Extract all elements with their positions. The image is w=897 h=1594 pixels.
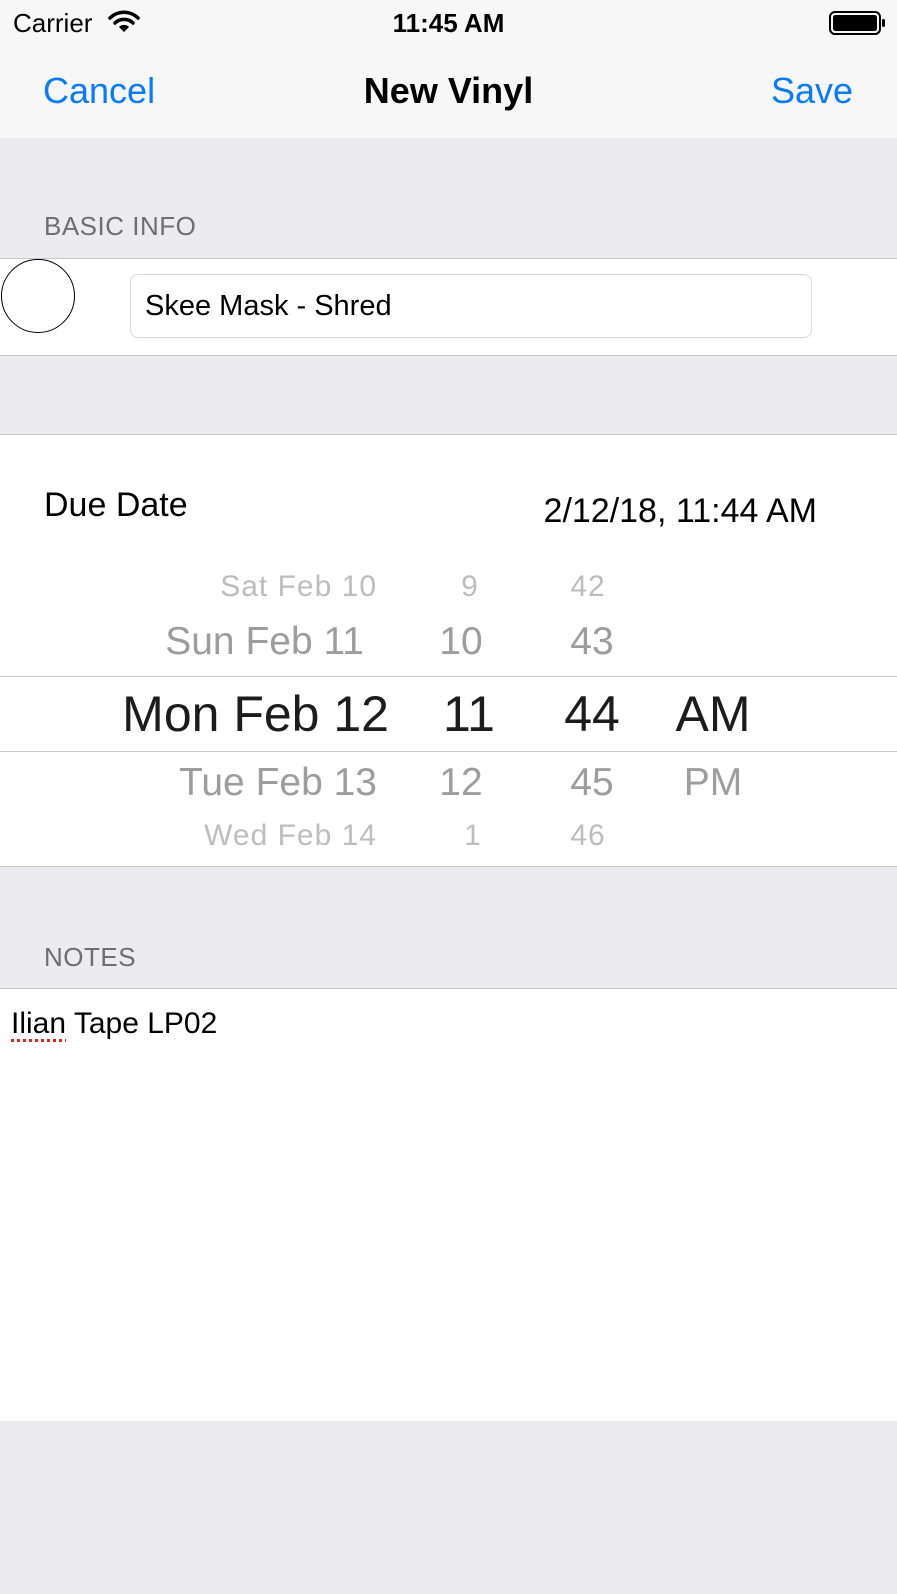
picker-hour-text: 9 <box>461 570 479 603</box>
picker-day-row[interactable]: Sat Feb 10 <box>220 570 377 604</box>
picker-hour-text: 10 <box>439 620 483 663</box>
notes-text[interactable]: Ilian Tape LP02 <box>11 1004 217 1044</box>
section-header-notes: NOTES <box>44 942 137 972</box>
picker-selection-bottom-line <box>0 751 897 752</box>
divider <box>0 355 897 356</box>
page-title: New Vinyl <box>363 70 534 111</box>
picker-minute-text: 46 <box>570 819 606 852</box>
picker-edge-row: ▬▬▬▬▬ <box>200 556 310 564</box>
avatar-image-button[interactable] <box>1 259 75 333</box>
divider <box>0 866 897 867</box>
status-time: 11:45 AM <box>392 8 505 38</box>
picker-day-row[interactable]: Tue Feb 13 <box>179 760 377 806</box>
picker-hour-text: 12 <box>439 761 483 804</box>
picker-day-row[interactable]: Wed Feb 14 <box>204 819 377 852</box>
picker-selection-top-line <box>0 676 897 677</box>
picker-minute-text: 42 <box>570 570 606 603</box>
picker-hour-text: 1 <box>464 819 482 852</box>
date-picker[interactable]: ▬▬▬▬▬ Sat Feb 10 Sun Feb 11 Mon Feb 12 T… <box>0 556 897 852</box>
picker-minute-text: 44 <box>564 686 620 742</box>
picker-hour-text: 11 <box>443 686 495 742</box>
picker-minute-text: 45 <box>570 761 614 804</box>
section-header-basic-info: BASIC INFO <box>44 211 197 241</box>
picker-day-row[interactable]: Sun Feb 11 <box>165 619 364 665</box>
picker-minute-text: 43 <box>570 620 614 663</box>
notes-textview[interactable] <box>0 989 897 1421</box>
notes-text-rest: Tape LP02 <box>66 1007 218 1040</box>
picker-day-selected[interactable]: Mon Feb 12 <box>122 684 389 744</box>
due-date-label: Due Date <box>44 486 188 524</box>
title-input[interactable] <box>130 274 812 338</box>
save-button[interactable]: Save <box>771 68 853 114</box>
battery-icon <box>829 10 887 36</box>
due-date-value[interactable]: 2/12/18, 11:44 AM <box>544 491 817 531</box>
picker-ampm-text: AM <box>675 686 751 742</box>
picker-ampm-text: PM <box>683 761 743 804</box>
misspelled-word: Ilian <box>11 1007 67 1040</box>
